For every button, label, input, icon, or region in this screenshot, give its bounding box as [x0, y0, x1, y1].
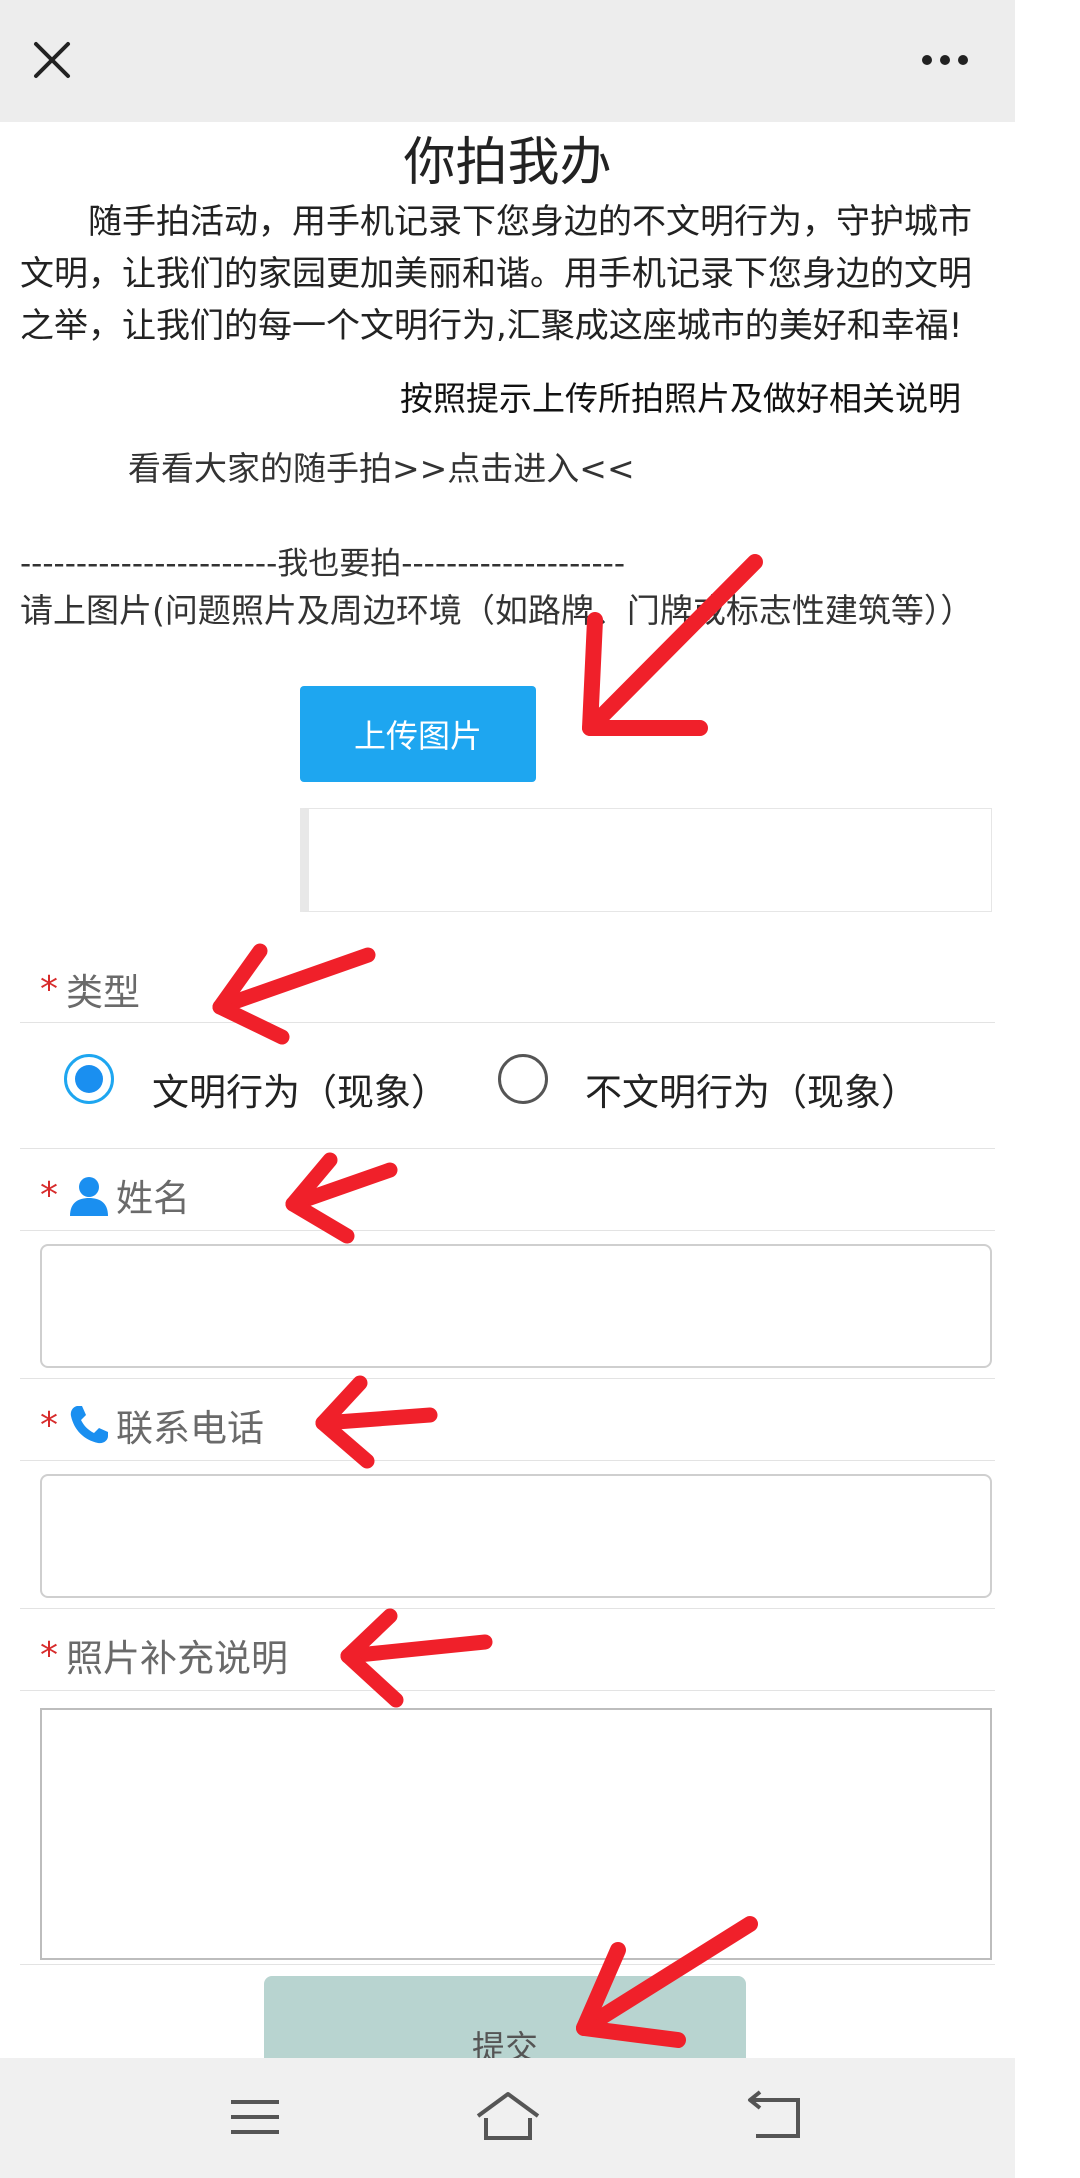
type-label: * 类型 [40, 962, 140, 1016]
upload-hint: 按照提示上传所拍照片及做好相关说明 [400, 379, 961, 418]
annotation-arrow [340, 1608, 493, 1708]
remark-label-text: 照片补充说明 [66, 1637, 288, 1680]
required-mark: * [40, 968, 58, 1010]
name-label-text: 姓名 [116, 1177, 190, 1220]
upload-description: 请上图片(问题照片及周边环境（如路牌、门牌或标志性建筑等）） [20, 591, 974, 630]
intro-paragraph: 随手拍活动，用手机记录下您身边的不文明行为，守护城市文明，让我们的家园更加美丽和… [20, 202, 972, 346]
back-icon[interactable] [736, 2082, 816, 2152]
divider [20, 1460, 995, 1461]
radio-civilized[interactable] [64, 1054, 114, 1104]
close-icon[interactable] [22, 30, 82, 90]
required-mark: * [40, 1634, 58, 1676]
divider [20, 1378, 995, 1379]
remark-textarea[interactable] [40, 1708, 992, 1960]
name-label: * 姓名 [40, 1168, 190, 1222]
menu-icon[interactable] [215, 2082, 295, 2152]
type-radio-group: 文明行为（现象） 不文明行为（现象） [62, 1048, 1012, 1128]
remark-label: * 照片补充说明 [40, 1628, 288, 1682]
name-input[interactable] [40, 1244, 992, 1368]
phone-label-text: 联系电话 [116, 1407, 264, 1450]
section-separator: -----------------------我也要拍-------------… [20, 546, 625, 582]
right-gutter [1015, 0, 1080, 2178]
phone-input[interactable] [40, 1474, 992, 1598]
page-title: 你拍我办 [403, 133, 612, 193]
radio-uncivilized[interactable] [498, 1054, 548, 1104]
view-others-link[interactable]: 看看大家的随手拍>>点击进入<< [128, 442, 635, 490]
page: 你拍我办 随手拍活动，用手机记录下您身边的不文明行为，守护城市文明，让我们的家园… [0, 0, 1080, 2178]
type-label-text: 类型 [66, 971, 140, 1014]
divider [20, 1964, 995, 1965]
home-icon[interactable] [468, 2082, 548, 2152]
required-mark: * [40, 1404, 58, 1446]
annotation-arrow [212, 943, 376, 1045]
annotation-arrow [315, 1375, 438, 1469]
divider [20, 1022, 995, 1023]
image-preview-box [300, 808, 992, 912]
upload-image-button[interactable]: 上传图片 [300, 686, 536, 782]
divider [20, 1608, 995, 1609]
divider [20, 1230, 995, 1231]
more-dots-icon[interactable] [910, 30, 980, 90]
phone-icon [70, 1406, 108, 1444]
radio-civilized-label[interactable]: 文明行为（现象） [152, 1062, 448, 1116]
system-nav-bar [0, 2058, 1015, 2178]
divider [20, 1690, 995, 1691]
phone-label: * 联系电话 [40, 1398, 264, 1452]
required-mark: * [40, 1174, 58, 1216]
annotation-arrow [285, 1152, 398, 1244]
top-bar [0, 0, 1015, 122]
divider [20, 1148, 995, 1149]
person-icon [70, 1177, 108, 1216]
radio-uncivilized-label[interactable]: 不文明行为（现象） [585, 1062, 918, 1116]
